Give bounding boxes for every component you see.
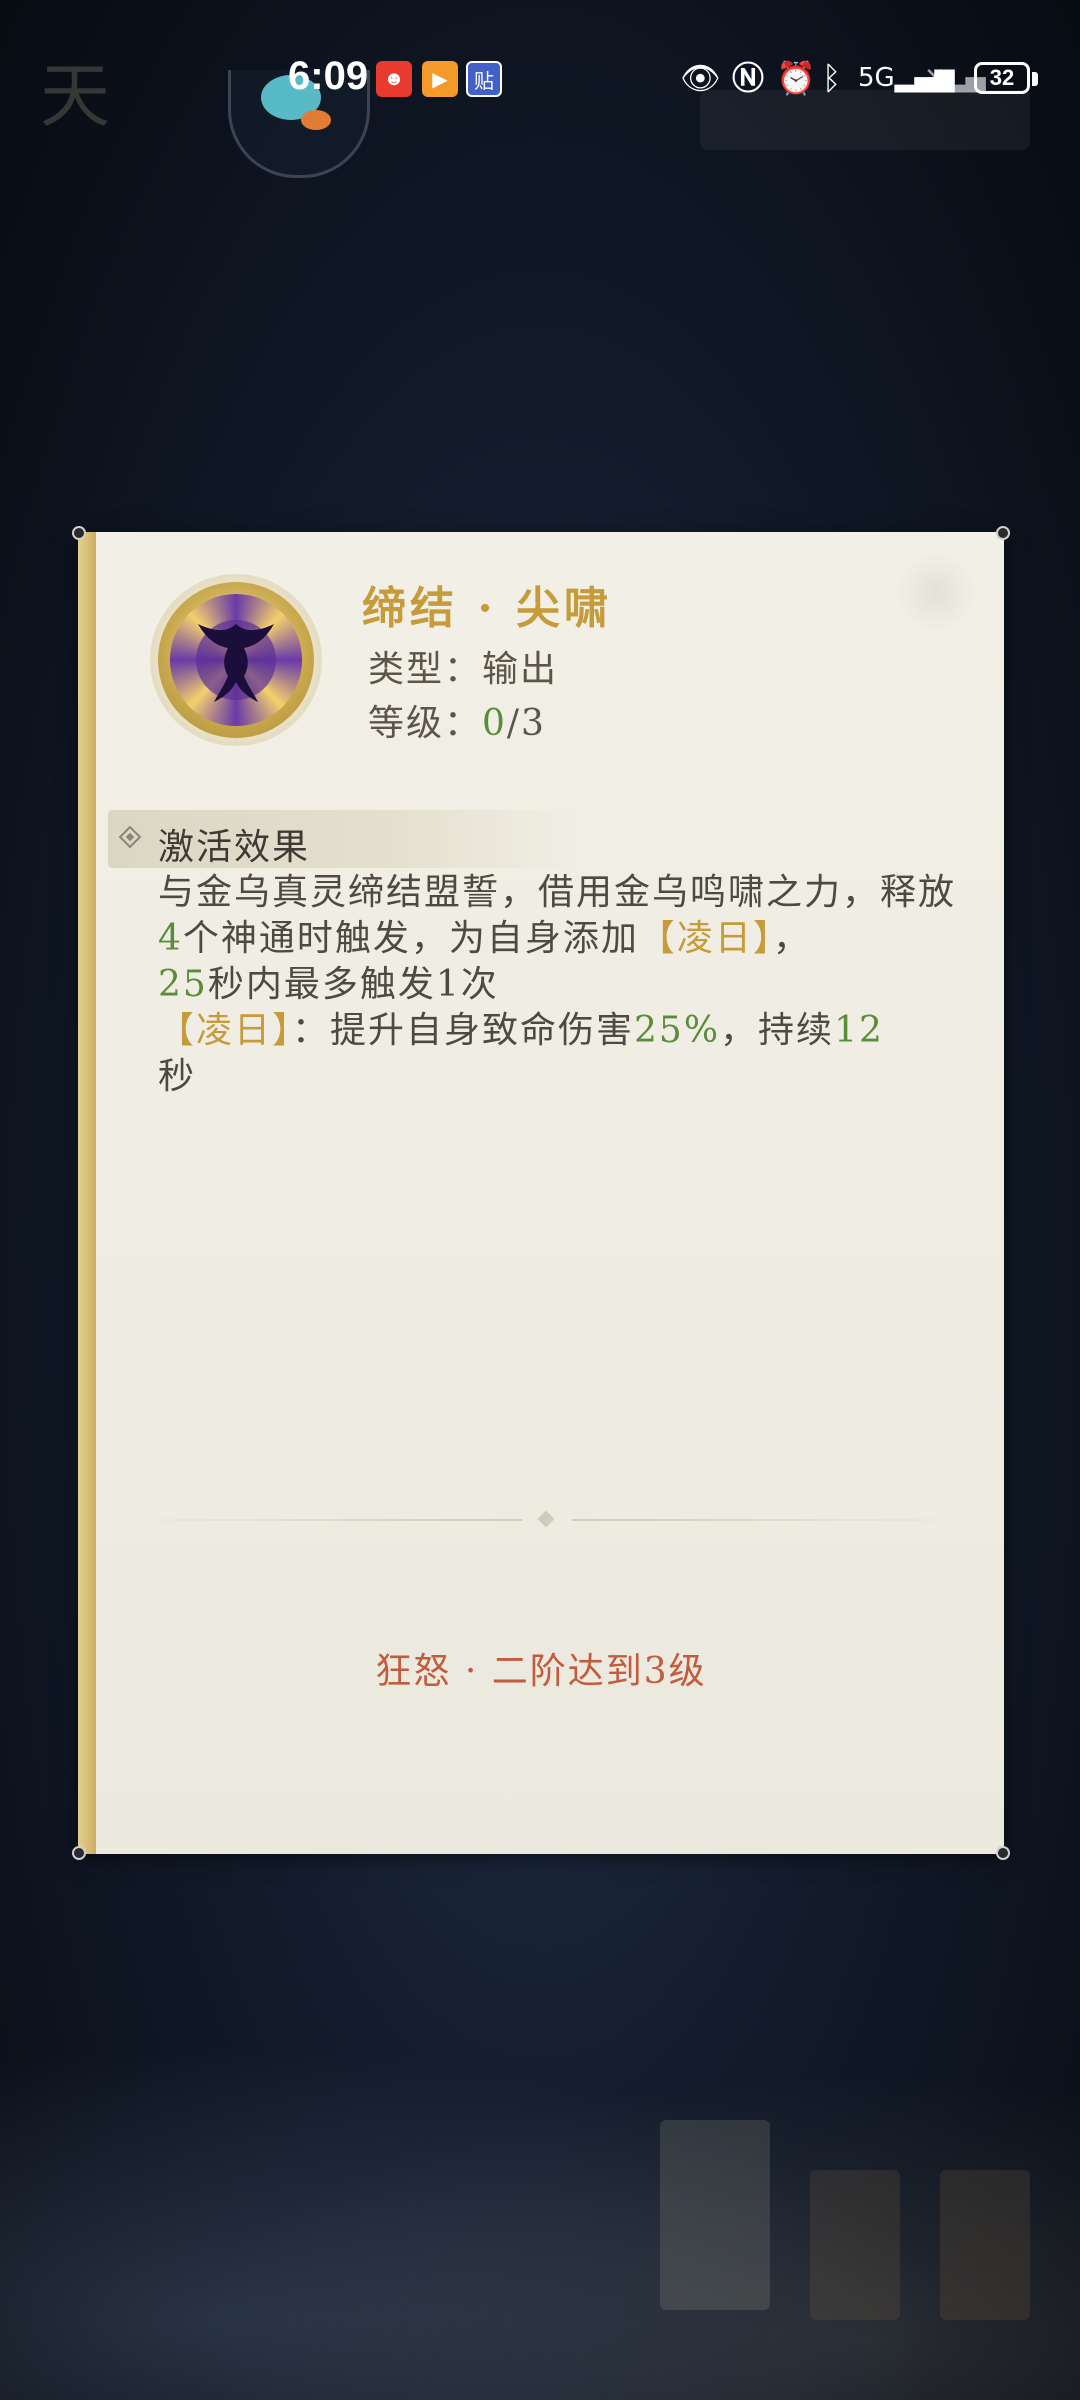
- status-bar: 6:09 ☻ ▶ 贴 👁 Ⓝ ⏰ ᛒ 5G▂▄▆ ✕▂▄ 32: [0, 0, 1080, 160]
- skill-type-label: 类型：: [368, 649, 483, 690]
- skill-title: 缔结 · 尖啸: [362, 583, 612, 634]
- skill-level: 等级：0/3: [368, 694, 546, 746]
- panel-corner-stud: [996, 1846, 1010, 1860]
- section-divider: [122, 1510, 972, 1530]
- desc-text: 个神通时触发，为自身添加: [182, 918, 639, 959]
- bluetooth-icon: ᛒ: [822, 59, 842, 97]
- red-app-icon: ☻: [376, 61, 412, 97]
- battery-indicator: 32: [974, 62, 1030, 94]
- diamond-icon: [118, 825, 142, 849]
- eye-icon: 👁: [680, 59, 721, 97]
- desc-value: 25%: [634, 1010, 721, 1051]
- skill-level-max: /3: [506, 703, 546, 744]
- unlock-requirement: 狂怒 · 二阶达到3级: [375, 1651, 707, 1692]
- background-card: [660, 2120, 770, 2310]
- panel-decoration: [896, 552, 976, 632]
- panel-corner-stud: [996, 526, 1010, 540]
- desc-text: ，: [772, 918, 811, 959]
- orange-play-icon: ▶: [422, 61, 458, 97]
- desc-text: 秒内最多触发1次: [207, 964, 499, 1005]
- alarm-icon: ⏰: [776, 59, 816, 97]
- desc-value: 12: [834, 1010, 884, 1051]
- activation-effect-header: 激活效果: [108, 810, 578, 868]
- panel-corner-stud: [72, 526, 86, 540]
- desc-text: 与金乌真灵缔结盟誓，借用金乌鸣啸之力，: [158, 872, 881, 913]
- buff-name: 【凌日】: [158, 1010, 293, 1051]
- phoenix-skill-icon: [158, 582, 314, 738]
- skill-info-panel[interactable]: 缔结 · 尖啸 类型：输出 等级：0/3 激活效果 与金乌真灵缔结盟誓，借用金乌…: [72, 526, 1010, 1860]
- tieba-icon: 贴: [466, 61, 502, 97]
- effect-description: 与金乌真灵缔结盟誓，借用金乌鸣啸之力，释放4个神通时触发，为自身添加【凌日】， 2…: [158, 870, 978, 1100]
- buff-name: 【凌日】: [638, 918, 773, 959]
- skill-type: 类型：输出: [368, 640, 558, 692]
- desc-value: 4: [158, 918, 183, 959]
- desc-text: 释放: [880, 872, 957, 913]
- phoenix-icon: [196, 620, 276, 702]
- desc-text: ，持续: [720, 1010, 835, 1051]
- panel-corner-stud: [72, 1846, 86, 1860]
- skill-type-value: 输出: [482, 649, 559, 690]
- desc-text: ：提升自身致命伤害: [292, 1010, 635, 1051]
- background-card: [810, 2170, 900, 2320]
- background-card: [940, 2170, 1030, 2320]
- battery-tip: [1032, 72, 1038, 86]
- section-title: 激活效果: [158, 827, 311, 868]
- background-scenery: [0, 2000, 1080, 2400]
- nfc-icon: Ⓝ: [732, 60, 765, 96]
- skill-level-label: 等级：: [368, 703, 483, 744]
- desc-value: 25: [158, 964, 208, 1005]
- status-time: 6:09: [288, 54, 369, 98]
- desc-text: 秒: [158, 1056, 197, 1097]
- skill-level-current: 0: [482, 703, 507, 744]
